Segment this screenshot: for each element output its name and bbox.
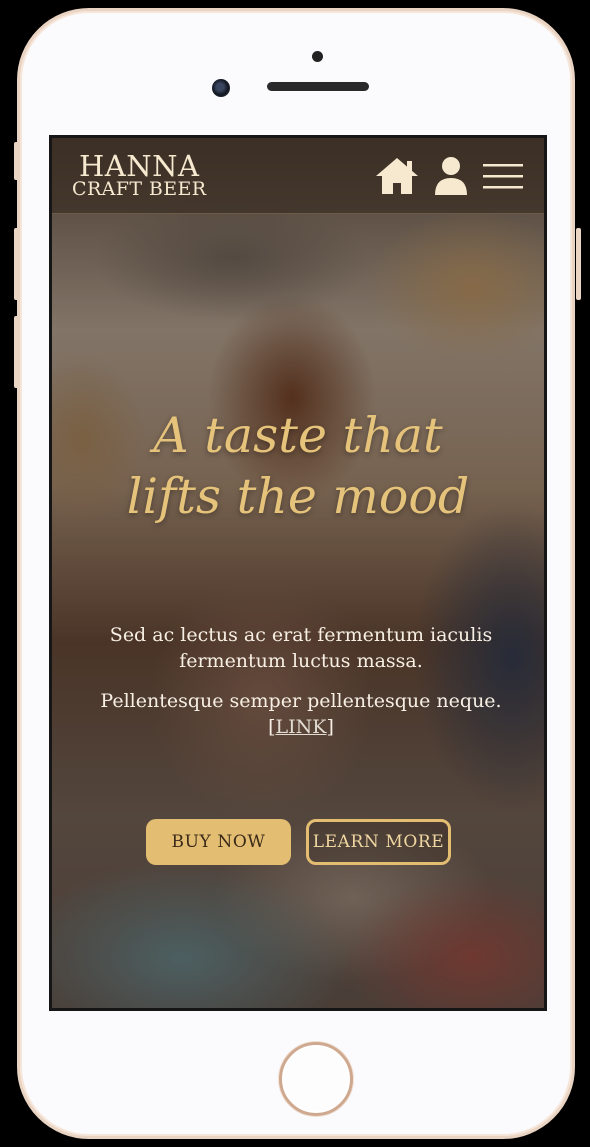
hero-paragraph-1: Sed ac lectus ac erat fermentum iaculis … [109,624,493,673]
logo-line1: HANNA [79,149,200,183]
home-button[interactable] [279,1042,353,1116]
front-camera [212,79,230,97]
power-button [576,228,581,300]
learn-more-button[interactable]: LEARN MORE [306,819,451,865]
brand-logo[interactable]: HANNA CRAFT BEER [72,152,206,199]
hero-paragraph-2: Pellentesque semper pellentesque neque. … [92,688,510,740]
hero-heading: A taste that lifts the mood [52,406,544,528]
buy-now-button[interactable]: BUY NOW [146,819,291,865]
photo-overlay [52,138,544,1008]
top-navbar: HANNA CRAFT BEER [52,138,544,214]
volume-down-button [14,316,19,388]
logo-line2: CRAFT BEER [72,178,207,200]
inline-link[interactable]: LINK [276,716,327,738]
proximity-sensor [312,51,323,62]
user-icon[interactable] [434,156,468,200]
home-icon[interactable] [374,156,420,200]
phone-screen: HANNA CRAFT BEER A taste that lifts the … [49,135,547,1011]
hero-heading-line2: lifts the mood [126,467,470,525]
paragraph2-end: ] [326,716,334,739]
earpiece-speaker [267,82,369,91]
hamburger-menu-icon[interactable] [482,162,524,196]
hero-heading-line1: A taste that [153,407,443,464]
volume-up-button [14,228,19,300]
mute-switch [14,142,19,180]
